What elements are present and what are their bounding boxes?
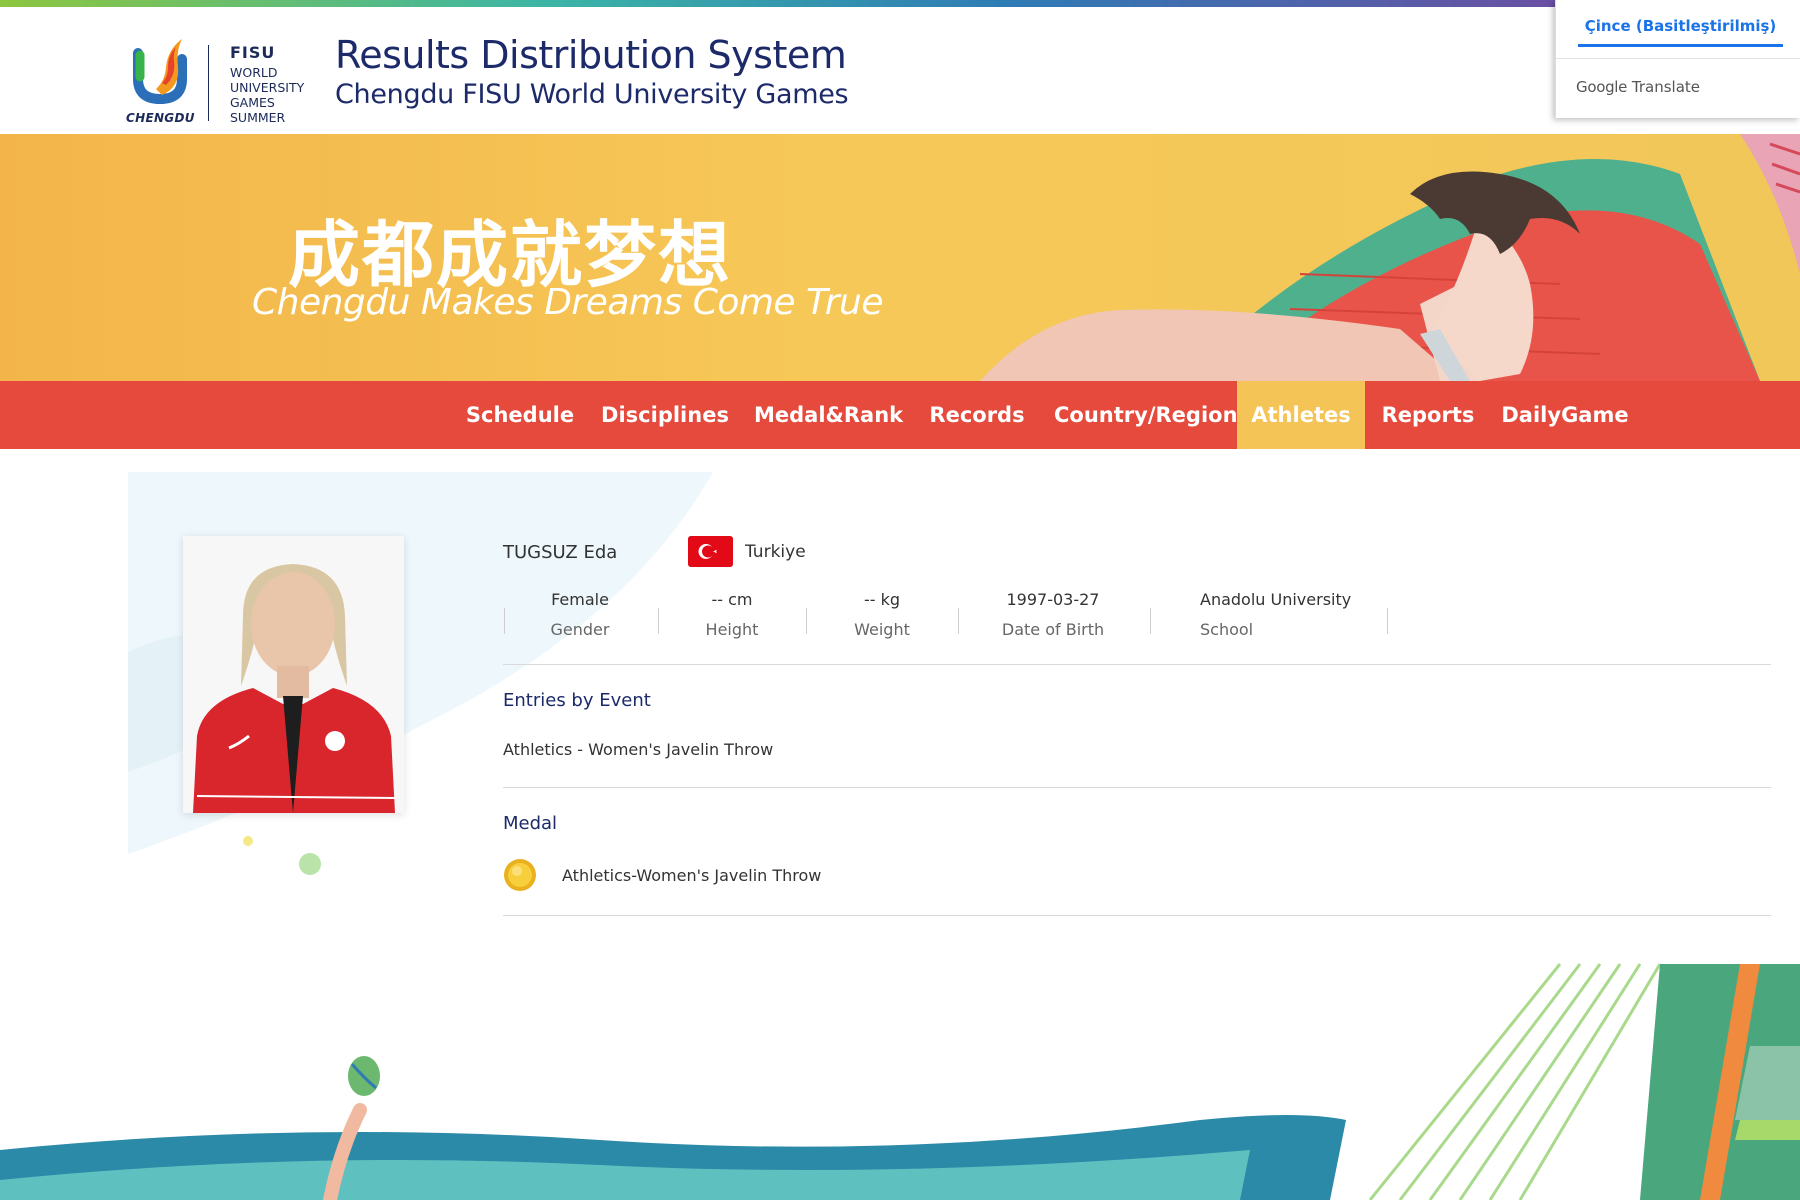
main-nav: Schedule Disciplines Medal&Rank Records … [0,381,1800,449]
translate-tab-underline [1578,44,1783,47]
entry-item: Athletics - Women's Javelin Throw [503,740,774,759]
athlete-photo-card [183,536,404,813]
stat-date-of-birth: 1997-03-27 Date of Birth [978,590,1128,639]
stat-value: 1997-03-27 [1006,590,1100,609]
stat-divider [504,608,505,634]
google-translate-popup: Çince (Basitleştirilmiş) Google Translat… [1555,0,1800,118]
stat-height: -- cm Height [672,590,792,639]
decorative-dot [243,836,253,846]
turkey-flag-icon [688,536,733,567]
footer-decoration [0,963,1800,1200]
nav-schedule[interactable]: Schedule [455,381,585,449]
section-divider [503,915,1771,916]
stat-value: Female [551,590,609,609]
nav-country-region[interactable]: Country/Region [1054,381,1238,449]
stat-value: -- cm [711,590,753,609]
translate-text: Translate [1631,78,1700,96]
entries-title: Entries by Event [503,690,651,711]
logo-city-text: CHENGDU [126,111,195,125]
section-divider [503,664,1771,665]
site-subtitle: Chengdu FISU World University Games [335,79,849,110]
logo-line: UNIVERSITY [230,80,305,95]
site-title: Results Distribution System [335,33,847,77]
nav-records[interactable]: Records [918,381,1036,449]
stat-divider [806,608,807,634]
medal-title: Medal [503,813,558,834]
athlete-illustration [980,134,1800,381]
stat-value: -- kg [863,590,901,609]
site-header: CHENGDU FISU WORLD UNIVERSITY GAMES SUMM… [0,7,1800,134]
nav-dailygame[interactable]: DailyGame [1500,381,1630,449]
stat-gender: Female Gender [520,590,640,639]
stat-divider [1150,608,1151,634]
translate-separator [1556,58,1800,59]
nav-disciplines[interactable]: Disciplines [600,381,730,449]
fisu-logo[interactable]: CHENGDU FISU WORLD UNIVERSITY GAMES SUMM… [126,31,316,131]
translate-language-tab[interactable]: Çince (Basitleştirilmiş) [1578,17,1783,35]
logo-subtext: WORLD UNIVERSITY GAMES SUMMER [230,65,304,125]
hero-banner: 成都成就梦想 Chengdu Makes Dreams Come True [0,134,1800,381]
stat-school: Anadolu University School [1170,590,1370,639]
logo-line: SUMMER [230,110,286,125]
stat-label: Gender [550,620,610,639]
nav-reports[interactable]: Reports [1374,381,1482,449]
medal-event: Athletics-Women's Javelin Throw [562,866,822,885]
athlete-photo [183,536,404,813]
athlete-name: TUGSUZ Eda [503,542,618,563]
stat-label: Date of Birth [1001,620,1105,639]
stat-divider [1387,608,1388,634]
google-translate-brand[interactable]: Google Translate [1576,78,1700,96]
google-logo-text: Google [1576,78,1628,96]
stat-divider [658,608,659,634]
stat-label: School [1200,620,1254,639]
nav-athletes[interactable]: Athletes [1237,381,1365,449]
logo-line: WORLD [230,65,278,80]
gold-medal-icon [504,859,536,891]
page: CHENGDU FISU WORLD UNIVERSITY GAMES SUMM… [0,0,1800,1200]
stat-divider [958,608,959,634]
logo-line: GAMES [230,95,275,110]
section-divider [503,787,1771,788]
athlete-country: Turkiye [745,542,806,562]
chengdu-flame-u-icon [133,39,187,105]
stat-label: Weight [854,620,910,639]
stat-label: Height [705,620,759,639]
top-gradient-stripe [0,0,1556,7]
stat-value: Anadolu University [1200,590,1352,609]
stat-weight: -- kg Weight [822,590,942,639]
nav-medal-rank[interactable]: Medal&Rank [754,381,903,449]
banner-slogan-english: Chengdu Makes Dreams Come True [252,282,883,323]
decorative-dot [299,853,321,875]
logo-fisu-text: FISU [230,43,276,62]
logo-divider [208,45,209,121]
